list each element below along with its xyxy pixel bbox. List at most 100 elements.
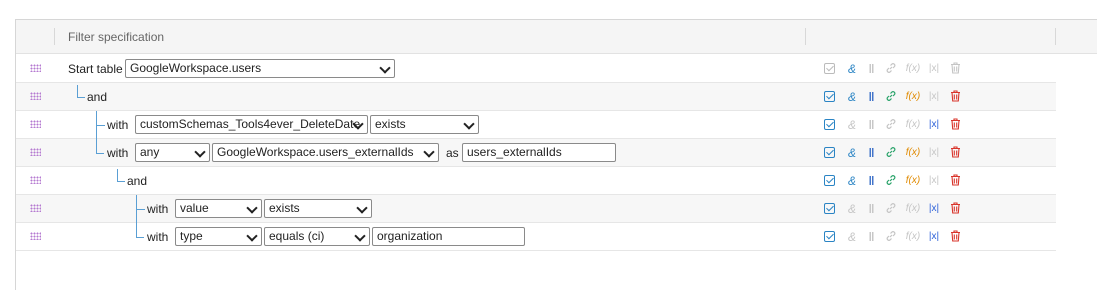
- abs-icon[interactable]: |x|: [927, 90, 941, 104]
- link-icon[interactable]: [884, 118, 898, 132]
- filter-row-start: Start table GoogleWorkspace.users & ‖ f(…: [16, 55, 1056, 83]
- link-icon[interactable]: [884, 202, 898, 216]
- function-icon[interactable]: f(x): [904, 118, 922, 132]
- drag-handle-icon[interactable]: [30, 232, 41, 240]
- with-label: with: [147, 230, 169, 244]
- quantifier-select[interactable]: any: [135, 143, 210, 162]
- chevron-down-icon: [246, 230, 258, 242]
- chevron-down-icon: [194, 146, 206, 158]
- checkbox-icon[interactable]: [824, 203, 835, 214]
- filter-row-with: with customSchemas_Tools4ever_DeleteDate…: [16, 111, 1056, 139]
- function-icon[interactable]: f(x): [904, 202, 922, 216]
- or-icon[interactable]: ‖: [864, 90, 878, 104]
- field-select[interactable]: value: [175, 199, 262, 218]
- chevron-down-icon: [379, 62, 391, 74]
- abs-icon[interactable]: |x|: [927, 118, 941, 132]
- link-icon[interactable]: [884, 174, 898, 188]
- filter-row-with: with value exists & ‖ f(x) |x|: [16, 195, 1056, 223]
- function-icon[interactable]: f(x): [904, 230, 922, 244]
- operator-select[interactable]: exists: [370, 115, 479, 134]
- checkbox-icon[interactable]: [824, 175, 835, 186]
- tree-connector: [96, 139, 104, 154]
- and-label: and: [87, 90, 108, 104]
- abs-icon[interactable]: |x|: [927, 230, 941, 244]
- and-icon[interactable]: &: [845, 230, 859, 244]
- checkbox-icon[interactable]: [824, 231, 835, 242]
- trash-icon[interactable]: [948, 174, 962, 188]
- trash-icon[interactable]: [948, 62, 962, 76]
- filter-row-with-any: with any GoogleWorkspace.users_externalI…: [16, 139, 1056, 167]
- operator-select[interactable]: exists: [264, 199, 372, 218]
- filter-row-and: and & ‖ f(x) |x|: [16, 167, 1056, 195]
- trash-icon[interactable]: [948, 230, 962, 244]
- and-icon[interactable]: &: [845, 62, 859, 76]
- filter-row-with: with type equals (ci) organization & ‖ f…: [16, 223, 1056, 251]
- or-icon[interactable]: ‖: [864, 230, 878, 244]
- abs-icon[interactable]: |x|: [927, 62, 941, 76]
- value-input[interactable]: organization: [372, 227, 525, 246]
- filter-header: Filter specification: [16, 20, 1097, 54]
- trash-icon[interactable]: [948, 90, 962, 104]
- drag-handle-icon[interactable]: [30, 64, 41, 72]
- checkbox-icon[interactable]: [824, 63, 835, 74]
- chevron-down-icon: [356, 202, 368, 214]
- checkbox-icon[interactable]: [824, 91, 835, 102]
- link-icon[interactable]: [884, 90, 898, 104]
- trash-icon[interactable]: [948, 146, 962, 160]
- link-icon[interactable]: [884, 230, 898, 244]
- or-icon[interactable]: ‖: [864, 118, 878, 132]
- with-label: with: [107, 118, 129, 132]
- and-icon[interactable]: &: [845, 90, 859, 104]
- start-table-select[interactable]: GoogleWorkspace.users: [125, 59, 395, 78]
- tree-connector: [77, 85, 85, 98]
- operator-select[interactable]: equals (ci): [264, 227, 370, 246]
- trash-icon[interactable]: [948, 118, 962, 132]
- drag-handle-icon[interactable]: [30, 92, 41, 100]
- checkbox-icon[interactable]: [824, 147, 835, 158]
- tree-connector: [136, 195, 145, 223]
- link-icon[interactable]: [884, 146, 898, 160]
- header-divider: [1055, 28, 1056, 45]
- or-icon[interactable]: ‖: [864, 202, 878, 216]
- chevron-down-icon: [423, 146, 435, 158]
- and-icon[interactable]: &: [845, 146, 859, 160]
- function-icon[interactable]: f(x): [904, 90, 922, 104]
- abs-icon[interactable]: |x|: [927, 174, 941, 188]
- alias-input[interactable]: users_externalIds: [462, 143, 616, 162]
- abs-icon[interactable]: |x|: [927, 146, 941, 160]
- field-select[interactable]: type: [175, 227, 262, 246]
- drag-handle-icon[interactable]: [30, 148, 41, 156]
- link-icon[interactable]: [884, 62, 898, 76]
- and-icon[interactable]: &: [845, 202, 859, 216]
- checkbox-icon[interactable]: [824, 119, 835, 130]
- with-label: with: [147, 202, 169, 216]
- chevron-down-icon: [354, 230, 366, 242]
- tree-connector: [136, 223, 144, 238]
- abs-icon[interactable]: |x|: [927, 202, 941, 216]
- start-table-label: Start table: [68, 62, 123, 76]
- tree-connector: [117, 169, 125, 182]
- drag-handle-icon[interactable]: [30, 120, 41, 128]
- chevron-down-icon: [463, 118, 475, 130]
- chevron-down-icon: [246, 202, 258, 214]
- tree-connector: [96, 111, 105, 139]
- or-icon[interactable]: ‖: [864, 62, 878, 76]
- function-icon[interactable]: f(x): [904, 174, 922, 188]
- filter-panel: Filter specification Start table GoogleW…: [15, 19, 1097, 290]
- field-select[interactable]: customSchemas_Tools4ever_DeleteDate: [135, 115, 368, 134]
- drag-handle-icon[interactable]: [30, 176, 41, 184]
- header-title: Filter specification: [68, 30, 165, 44]
- function-icon[interactable]: f(x): [904, 62, 922, 76]
- with-label: with: [107, 146, 129, 160]
- function-icon[interactable]: f(x): [904, 146, 922, 160]
- or-icon[interactable]: ‖: [864, 146, 878, 160]
- header-divider: [54, 28, 55, 45]
- and-icon[interactable]: &: [845, 174, 859, 188]
- or-icon[interactable]: ‖: [864, 174, 878, 188]
- trash-icon[interactable]: [948, 202, 962, 216]
- related-table-select[interactable]: GoogleWorkspace.users_externalIds: [212, 143, 439, 162]
- header-divider: [805, 28, 806, 45]
- drag-handle-icon[interactable]: [30, 204, 41, 212]
- filter-row-and: and & ‖ f(x) |x|: [16, 83, 1056, 111]
- and-icon[interactable]: &: [845, 118, 859, 132]
